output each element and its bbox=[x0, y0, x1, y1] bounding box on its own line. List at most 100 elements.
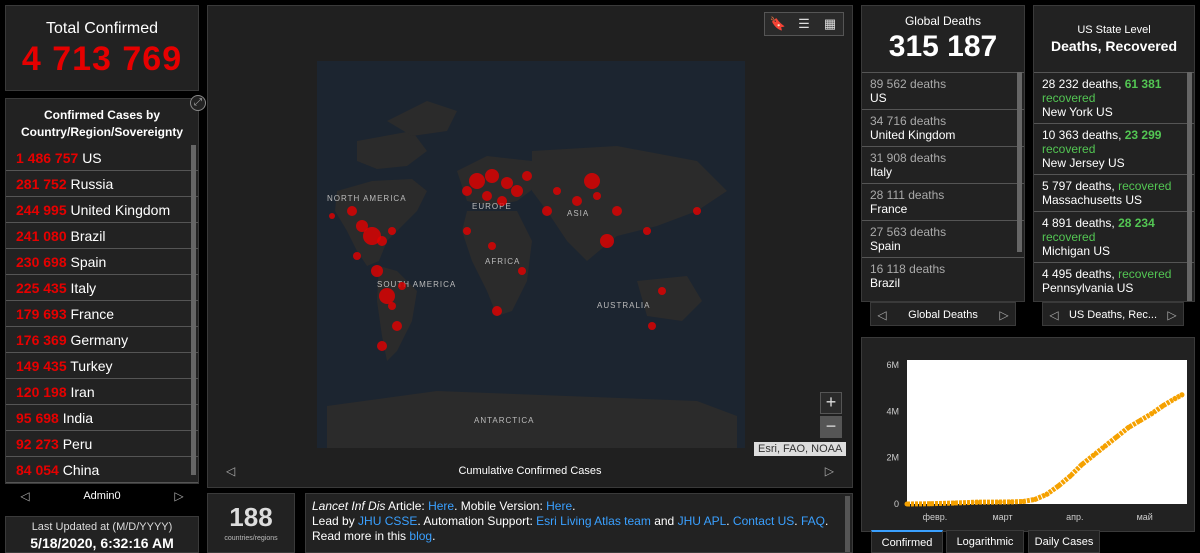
case-marker[interactable] bbox=[356, 220, 368, 232]
info-scrollbar[interactable] bbox=[845, 496, 850, 552]
mobile-version-link[interactable]: Here bbox=[546, 499, 572, 513]
data-point[interactable] bbox=[1032, 496, 1038, 502]
us-state-item[interactable]: 28 232 deaths, 61 381 recovered New York … bbox=[1034, 72, 1194, 123]
next-arrow-icon[interactable]: ▷ bbox=[995, 303, 1013, 327]
data-point[interactable] bbox=[1055, 483, 1061, 489]
next-arrow-icon[interactable]: ▷ bbox=[170, 484, 188, 508]
case-marker[interactable] bbox=[398, 282, 406, 290]
case-marker[interactable] bbox=[353, 252, 361, 260]
cases-chart[interactable]: 0 2M 4M 6M февр. март апр. май bbox=[862, 338, 1195, 532]
case-marker[interactable] bbox=[584, 173, 600, 189]
data-point[interactable] bbox=[997, 499, 1003, 505]
case-marker[interactable] bbox=[485, 169, 499, 183]
global-deaths-item[interactable]: 16 118 deaths Brazil bbox=[862, 257, 1024, 294]
case-marker[interactable] bbox=[501, 177, 513, 189]
data-point[interactable] bbox=[1079, 462, 1085, 468]
jhu-csse-link[interactable]: JHU CSSE bbox=[358, 514, 417, 528]
data-point[interactable] bbox=[1179, 392, 1185, 398]
case-marker[interactable] bbox=[388, 227, 396, 235]
global-deaths-item[interactable]: 34 716 deaths United Kingdom bbox=[862, 109, 1024, 146]
us-state-item[interactable]: 5 797 deaths, recovered Massachusetts US bbox=[1034, 174, 1194, 211]
data-point[interactable] bbox=[1172, 396, 1178, 402]
data-point[interactable] bbox=[1102, 443, 1108, 449]
blog-link[interactable]: blog bbox=[409, 529, 432, 543]
country-list-item[interactable]: 84 054 China bbox=[6, 457, 198, 483]
zoom-out-button[interactable]: − bbox=[820, 416, 842, 438]
case-marker[interactable] bbox=[371, 265, 383, 277]
data-point[interactable] bbox=[974, 499, 980, 505]
case-marker[interactable] bbox=[482, 191, 492, 201]
data-point[interactable] bbox=[1149, 411, 1155, 417]
next-arrow-icon[interactable]: ▷ bbox=[1163, 303, 1181, 327]
expand-icon[interactable]: ⤢ bbox=[190, 95, 206, 111]
esri-link[interactable]: Esri Living Atlas team bbox=[536, 514, 651, 528]
data-point[interactable] bbox=[1067, 473, 1073, 479]
country-list-item[interactable]: 241 080 Brazil bbox=[6, 223, 198, 249]
global-deaths-item[interactable]: 89 562 deaths US bbox=[862, 72, 1024, 109]
us-state-item[interactable]: 4 495 deaths, recovered Pennsylvania US bbox=[1034, 262, 1194, 299]
data-point[interactable] bbox=[1137, 418, 1143, 424]
country-list-item[interactable]: 120 198 Iran bbox=[6, 379, 198, 405]
case-marker[interactable] bbox=[469, 173, 485, 189]
faq-link[interactable]: FAQ bbox=[801, 514, 825, 528]
case-marker[interactable] bbox=[658, 287, 666, 295]
jhu-apl-link[interactable]: JHU APL bbox=[678, 514, 727, 528]
contact-us-link[interactable]: Contact US bbox=[733, 514, 794, 528]
case-marker[interactable] bbox=[497, 196, 507, 206]
data-point[interactable] bbox=[1160, 403, 1166, 409]
data-point[interactable] bbox=[951, 500, 957, 506]
case-marker[interactable] bbox=[553, 187, 561, 195]
article-link[interactable]: Here bbox=[428, 499, 454, 513]
case-marker[interactable] bbox=[511, 185, 523, 197]
case-marker[interactable] bbox=[522, 171, 532, 181]
case-marker[interactable] bbox=[612, 206, 622, 216]
global-deaths-item[interactable]: 28 111 deaths France bbox=[862, 183, 1024, 220]
list-icon[interactable]: ☰ bbox=[791, 13, 817, 35]
data-point[interactable] bbox=[1125, 425, 1131, 431]
case-marker[interactable] bbox=[392, 321, 402, 331]
global-deaths-scrollbar[interactable] bbox=[1017, 72, 1022, 252]
case-marker[interactable] bbox=[377, 341, 387, 351]
country-list-scrollbar[interactable] bbox=[191, 145, 196, 475]
case-marker[interactable] bbox=[542, 206, 552, 216]
us-state-item[interactable]: 10 363 deaths, 23 299 recovered New Jerse… bbox=[1034, 123, 1194, 174]
case-marker[interactable] bbox=[492, 306, 502, 316]
data-point[interactable] bbox=[1021, 498, 1027, 504]
case-marker[interactable] bbox=[347, 206, 357, 216]
country-list-item[interactable]: 92 273 Peru bbox=[6, 431, 198, 457]
qr-code-icon[interactable]: ▦ bbox=[817, 13, 843, 35]
us-state-item[interactable]: 4 891 deaths, 28 234 recovered Michigan U… bbox=[1034, 211, 1194, 262]
country-list-item[interactable]: 225 435 Italy bbox=[6, 275, 198, 301]
country-list-item[interactable]: 149 435 Turkey bbox=[6, 353, 198, 379]
country-list-item[interactable]: 230 698 Spain bbox=[6, 249, 198, 275]
data-point[interactable] bbox=[904, 501, 910, 507]
us-state-scrollbar[interactable] bbox=[1187, 72, 1192, 301]
data-point[interactable] bbox=[1090, 452, 1096, 458]
case-marker[interactable] bbox=[463, 227, 471, 235]
country-list-item[interactable]: 179 693 France bbox=[6, 301, 198, 327]
country-list-item[interactable]: 176 369 Germany bbox=[6, 327, 198, 353]
country-list-item[interactable]: 95 698 India bbox=[6, 405, 198, 431]
case-marker[interactable] bbox=[329, 213, 335, 219]
global-deaths-item[interactable]: 31 908 deaths Italy bbox=[862, 146, 1024, 183]
case-marker[interactable] bbox=[462, 186, 472, 196]
tab-daily-cases[interactable]: Daily Cases bbox=[1028, 530, 1100, 553]
map-panel[interactable]: 🔖 ☰ ▦ NORTH AMERICA EUROPE ASIA AFRICA SOUTH A… bbox=[207, 5, 853, 488]
case-marker[interactable] bbox=[488, 242, 496, 250]
country-list-item[interactable]: 281 752 Russia bbox=[6, 171, 198, 197]
case-marker[interactable] bbox=[572, 196, 582, 206]
case-marker[interactable] bbox=[643, 227, 651, 235]
tab-logarithmic[interactable]: Logarithmic bbox=[946, 530, 1024, 553]
case-marker[interactable] bbox=[593, 192, 601, 200]
data-point[interactable] bbox=[927, 501, 933, 507]
zoom-in-button[interactable]: + bbox=[820, 392, 842, 414]
data-point[interactable] bbox=[1114, 434, 1120, 440]
world-map[interactable]: NORTH AMERICAEUROPEASIAAFRICASOUTH AMERI… bbox=[317, 61, 745, 448]
tab-confirmed[interactable]: Confirmed bbox=[871, 530, 943, 553]
map-next-arrow-icon[interactable]: ▷ bbox=[825, 464, 834, 478]
case-marker[interactable] bbox=[600, 234, 614, 248]
case-marker[interactable] bbox=[648, 322, 656, 330]
case-marker[interactable] bbox=[518, 267, 526, 275]
country-list-item[interactable]: 1 486 757 US bbox=[6, 145, 198, 171]
data-point[interactable] bbox=[1044, 491, 1050, 497]
